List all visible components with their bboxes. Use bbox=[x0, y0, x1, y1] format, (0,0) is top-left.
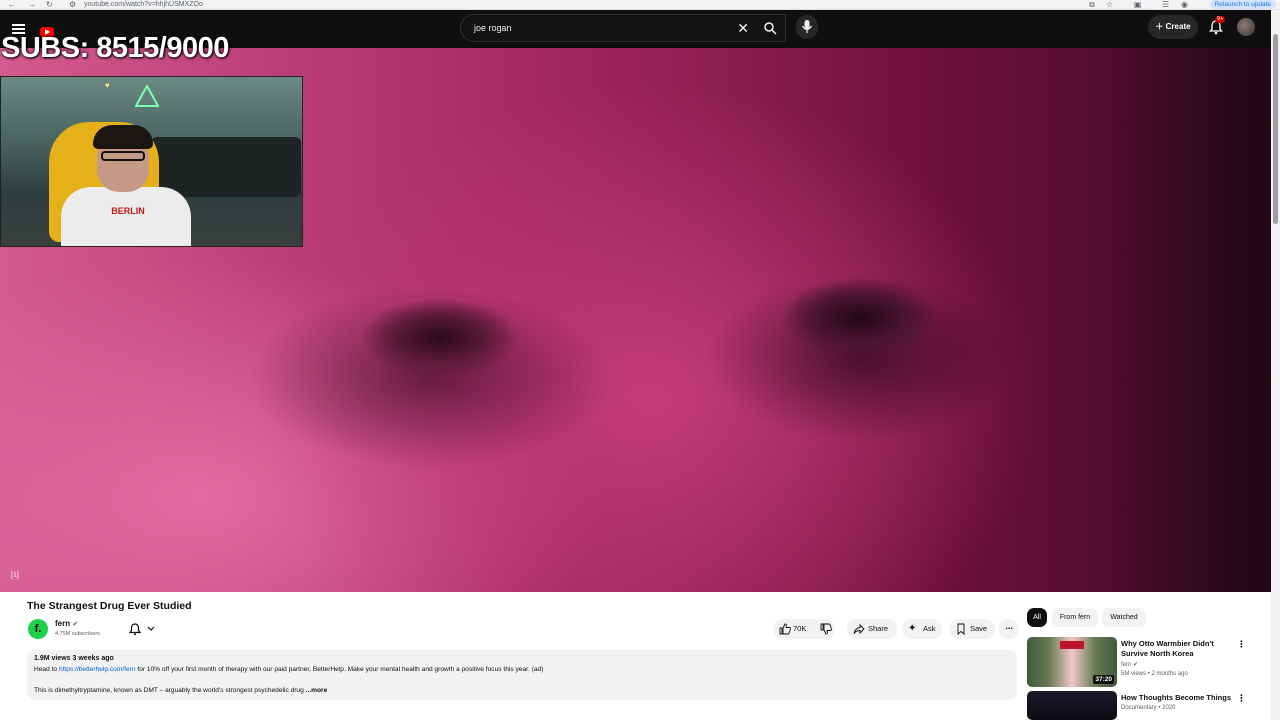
like-count[interactable]: 70K bbox=[793, 619, 806, 639]
description-text: Head to bbox=[34, 666, 59, 673]
notifications-button[interactable]: 9+ bbox=[1207, 16, 1226, 36]
scrollbar-thumb[interactable] bbox=[1273, 34, 1278, 224]
bell-icon bbox=[128, 623, 155, 636]
shirt-text: BERLIN bbox=[111, 206, 145, 216]
extensions-icon[interactable]: ▣ bbox=[1134, 0, 1142, 10]
thumbs-up-icon[interactable] bbox=[779, 623, 791, 635]
chip-from-fern[interactable]: From fern bbox=[1052, 608, 1098, 627]
verified-icon: ✔ bbox=[1133, 662, 1139, 668]
streamer-hair bbox=[93, 125, 153, 149]
recommended-title[interactable]: How Thoughts Become Things bbox=[1121, 693, 1233, 703]
ask-button[interactable]: ✦ Ask bbox=[902, 619, 942, 639]
more-vertical-icon[interactable]: ⋮ bbox=[1237, 639, 1246, 650]
neon-sign-icon: ♥ bbox=[105, 81, 110, 90]
description-line: This is dimethyltryptamine, known as DMT… bbox=[34, 687, 327, 694]
voice-search-button[interactable] bbox=[796, 15, 818, 39]
create-button[interactable]: ＋ Create bbox=[1148, 15, 1198, 39]
recommended-video[interactable]: How Thoughts Become Things Documentary •… bbox=[1027, 691, 1249, 720]
neon-triangle-icon bbox=[135, 85, 159, 107]
browser-toolbar: ← → ↻ ⚙ youtube.com/watch?v=hhjhUSMXZOo … bbox=[0, 0, 1280, 10]
subscriber-goal-overlay: SUBS: 8515/9000 bbox=[1, 32, 229, 64]
like-dislike-group: 70K bbox=[773, 619, 835, 639]
verified-icon: ✔ bbox=[72, 621, 79, 628]
share-icon bbox=[853, 623, 865, 635]
video-frame-detail bbox=[780, 278, 940, 358]
search-box[interactable]: joe rogan ✕ bbox=[460, 14, 786, 42]
more-vertical-icon[interactable]: ⋮ bbox=[1237, 693, 1246, 704]
recommended-channel: Documentary • 2020 bbox=[1121, 705, 1176, 711]
video-thumbnail[interactable] bbox=[1027, 691, 1117, 720]
video-frame-detail bbox=[1100, 48, 1271, 592]
search-input[interactable]: joe rogan bbox=[474, 23, 512, 33]
notification-badge: 9+ bbox=[1215, 16, 1226, 23]
glasses-icon bbox=[101, 151, 145, 161]
ask-label: Ask bbox=[923, 624, 936, 633]
subscribe-bell-button[interactable] bbox=[124, 619, 162, 639]
video-thumbnail[interactable]: 37:20 bbox=[1027, 637, 1117, 687]
reload-icon[interactable]: ↻ bbox=[46, 0, 53, 10]
save-button[interactable]: Save bbox=[949, 619, 995, 639]
webcam-overlay: ♥ BERLIN bbox=[0, 76, 303, 247]
description-text: This is dimethyltryptamine, known as DMT… bbox=[34, 687, 304, 694]
chip-watched[interactable]: Watched bbox=[1102, 608, 1146, 627]
plus-icon: ＋ bbox=[1155, 22, 1166, 31]
recommended-video[interactable]: 37:20 Why Otto Warmbier Didn't Survive N… bbox=[1027, 637, 1249, 689]
recommended-channel-name[interactable]: fern bbox=[1121, 662, 1131, 668]
video-frame-detail bbox=[360, 298, 520, 378]
webcam-sofa bbox=[151, 137, 301, 197]
create-label: Create bbox=[1165, 22, 1191, 31]
bookmark-icon bbox=[957, 623, 965, 635]
site-info-icon[interactable]: ⚙ bbox=[69, 0, 76, 10]
forward-icon[interactable]: → bbox=[28, 0, 36, 10]
account-avatar[interactable] bbox=[1237, 18, 1255, 36]
description-text: for 10% off your first month of therapy … bbox=[135, 666, 544, 673]
recommended-title[interactable]: Why Otto Warmbier Didn't Survive North K… bbox=[1121, 639, 1231, 659]
channel-name-text[interactable]: fern bbox=[55, 619, 70, 628]
description-line: Head to https://betterhelp.com/fern for … bbox=[34, 666, 543, 673]
show-more-link[interactable]: ...more bbox=[306, 687, 328, 694]
back-icon[interactable]: ← bbox=[8, 0, 16, 10]
clear-search-icon[interactable]: ✕ bbox=[737, 20, 749, 37]
channel-avatar[interactable]: f. bbox=[28, 619, 48, 639]
description-box[interactable]: 1.9M views 3 weeks ago Head to https://b… bbox=[27, 650, 1017, 700]
tab-search-icon[interactable]: ☰ bbox=[1162, 0, 1169, 10]
video-duration: 37:20 bbox=[1093, 675, 1114, 684]
more-horizontal-icon: ⋯ bbox=[1005, 624, 1013, 633]
profile-icon[interactable]: ◉ bbox=[1181, 0, 1188, 10]
video-title: The Strangest Drug Ever Studied bbox=[27, 600, 192, 612]
share-label: Share bbox=[868, 624, 889, 633]
recommended-meta: 5M views • 2 months ago bbox=[1121, 671, 1188, 677]
streamer-shirt bbox=[61, 187, 191, 246]
channel-name[interactable]: fern ✔ bbox=[55, 619, 78, 628]
sponsor-link[interactable]: https://betterhelp.com/fern bbox=[59, 666, 136, 673]
relaunch-button[interactable]: Relaunch to update bbox=[1209, 0, 1276, 9]
search-icon[interactable] bbox=[763, 21, 777, 35]
bookmark-star-icon[interactable]: ☆ bbox=[1106, 0, 1113, 10]
chip-all[interactable]: All bbox=[1027, 608, 1047, 627]
more-actions-button[interactable]: ⋯ bbox=[999, 619, 1019, 639]
share-button[interactable]: Share bbox=[847, 619, 897, 639]
page-scrollbar[interactable] bbox=[1271, 10, 1280, 720]
install-icon[interactable]: ⧉ bbox=[1089, 0, 1095, 10]
recommended-channel[interactable]: fern ✔ bbox=[1121, 661, 1138, 668]
thumbnail-banner bbox=[1060, 641, 1084, 649]
video-marker: [1] bbox=[11, 572, 19, 579]
save-label: Save bbox=[970, 624, 988, 633]
address-bar[interactable]: youtube.com/watch?v=hhjhUSMXZOo bbox=[84, 0, 203, 10]
thumbs-down-icon[interactable] bbox=[820, 623, 832, 635]
microphone-icon bbox=[801, 20, 813, 33]
sparkle-icon: ✦ bbox=[908, 623, 917, 634]
channel-subscribers: 4.75M subscribers bbox=[55, 631, 100, 637]
view-count-date: 1.9M views 3 weeks ago bbox=[34, 655, 114, 662]
